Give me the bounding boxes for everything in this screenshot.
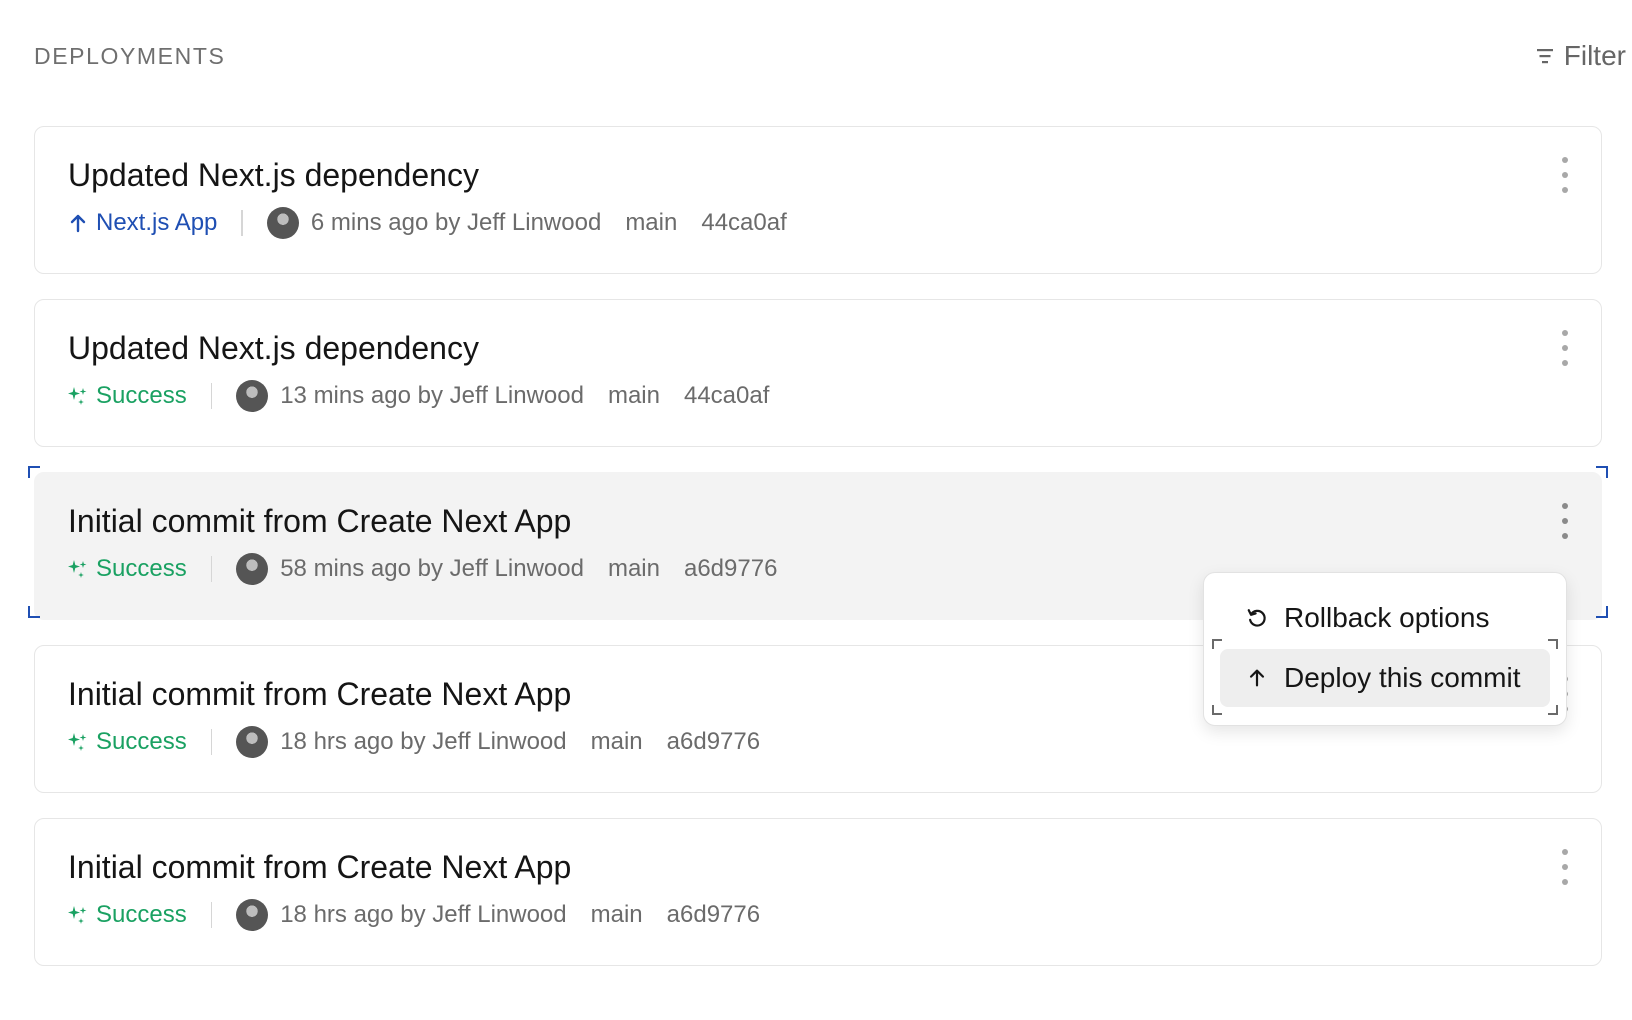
branch-name[interactable]: main bbox=[625, 209, 677, 237]
deployment-title: Initial commit from Create Next App bbox=[68, 503, 572, 539]
deployment-status: Success bbox=[68, 901, 187, 929]
focus-corner bbox=[1548, 639, 1558, 649]
focus-corner bbox=[1212, 639, 1222, 649]
deployment-card[interactable]: Initial commit from Create Next App Succ… bbox=[34, 818, 1602, 966]
focus-corner bbox=[1548, 705, 1558, 715]
commit-hash[interactable]: 44ca0af bbox=[684, 382, 769, 410]
focus-corner bbox=[28, 606, 40, 618]
branch-name[interactable]: main bbox=[591, 901, 643, 929]
deployment-card[interactable]: Updated Next.js dependency Success 13 mi… bbox=[34, 299, 1602, 447]
focus-corner bbox=[1212, 705, 1222, 715]
filter-label: Filter bbox=[1563, 40, 1626, 71]
deployment-status: Success bbox=[68, 382, 187, 410]
time-author: 18 hrs ago by Jeff Linwood bbox=[280, 901, 567, 928]
status-label: Success bbox=[96, 382, 187, 409]
deployment-status: Success bbox=[68, 555, 187, 583]
more-options-button[interactable] bbox=[1559, 157, 1571, 193]
time-author: 58 mins ago by Jeff Linwood bbox=[280, 555, 584, 582]
avatar bbox=[266, 207, 299, 239]
divider bbox=[241, 210, 243, 236]
status-label: Success bbox=[96, 901, 187, 928]
commit-hash[interactable]: a6d9776 bbox=[667, 901, 760, 929]
deployments-page: DEPLOYMENTS Filter Updated Next.js depen… bbox=[0, 0, 1632, 1020]
commit-hash[interactable]: a6d9776 bbox=[684, 555, 777, 583]
commit-hash[interactable]: a6d9776 bbox=[667, 728, 760, 756]
filter-icon bbox=[1536, 49, 1553, 64]
deployment-title: Initial commit from Create Next App bbox=[68, 849, 572, 885]
focus-corner bbox=[1596, 466, 1608, 478]
focus-corner bbox=[28, 466, 40, 478]
deployment-meta: Success 13 mins ago by Jeff Linwood main… bbox=[68, 380, 769, 412]
more-options-button[interactable] bbox=[1559, 330, 1571, 366]
deployment-card[interactable]: Updated Next.js dependency Next.js App 6… bbox=[34, 126, 1602, 274]
filter-button[interactable]: Filter bbox=[1536, 40, 1626, 72]
sparkle-icon bbox=[68, 906, 87, 924]
arrow-up-icon bbox=[1249, 669, 1265, 687]
time-author: 13 mins ago by Jeff Linwood bbox=[280, 382, 584, 409]
deployment-meta: Next.js App 6 mins ago by Jeff Linwood m… bbox=[68, 207, 787, 239]
status-label: Next.js App bbox=[96, 209, 218, 236]
section-title: DEPLOYMENTS bbox=[34, 42, 226, 69]
avatar bbox=[236, 380, 269, 412]
status-label: Success bbox=[96, 728, 187, 755]
deployment-status[interactable]: Next.js App bbox=[68, 209, 217, 237]
deployment-title: Updated Next.js dependency bbox=[68, 157, 479, 193]
sparkle-icon bbox=[68, 387, 87, 405]
divider bbox=[210, 556, 213, 582]
status-label: Success bbox=[96, 555, 187, 582]
rollback-options-item[interactable]: Rollback options bbox=[1220, 589, 1550, 647]
deployment-title: Updated Next.js dependency bbox=[68, 330, 479, 366]
deployment-meta: Success 18 hrs ago by Jeff Linwood main … bbox=[68, 726, 760, 758]
deployments-header: DEPLOYMENTS Filter bbox=[34, 38, 1626, 74]
focus-corner bbox=[1596, 606, 1608, 618]
avatar bbox=[236, 899, 269, 931]
divider bbox=[210, 902, 213, 928]
menu-item-label: Deploy this commit bbox=[1284, 662, 1521, 693]
divider bbox=[210, 383, 213, 409]
more-options-button[interactable] bbox=[1559, 849, 1571, 885]
commit-hash[interactable]: 44ca0af bbox=[701, 209, 786, 237]
deploy-this-commit-item[interactable]: Deploy this commit bbox=[1220, 649, 1550, 707]
rollback-icon bbox=[1247, 609, 1266, 627]
time-author: 6 mins ago by Jeff Linwood bbox=[310, 209, 602, 236]
deployment-status: Success bbox=[68, 728, 187, 756]
more-options-button[interactable] bbox=[1559, 503, 1571, 539]
branch-name[interactable]: main bbox=[591, 728, 643, 756]
arrow-up-icon bbox=[70, 214, 86, 233]
menu-item-label: Rollback options bbox=[1284, 602, 1490, 633]
sparkle-icon bbox=[68, 560, 87, 578]
avatar bbox=[236, 726, 269, 758]
sparkle-icon bbox=[68, 733, 87, 751]
branch-name[interactable]: main bbox=[608, 555, 660, 583]
branch-name[interactable]: main bbox=[608, 382, 660, 410]
deployment-meta: Success 18 hrs ago by Jeff Linwood main … bbox=[68, 899, 760, 931]
time-author: 18 hrs ago by Jeff Linwood bbox=[280, 728, 567, 755]
context-menu: Rollback options Deploy this commit bbox=[1203, 572, 1567, 726]
divider bbox=[210, 729, 213, 755]
avatar bbox=[236, 553, 269, 585]
deployment-meta: Success 58 mins ago by Jeff Linwood main… bbox=[68, 553, 777, 585]
deployment-title: Initial commit from Create Next App bbox=[68, 676, 572, 712]
